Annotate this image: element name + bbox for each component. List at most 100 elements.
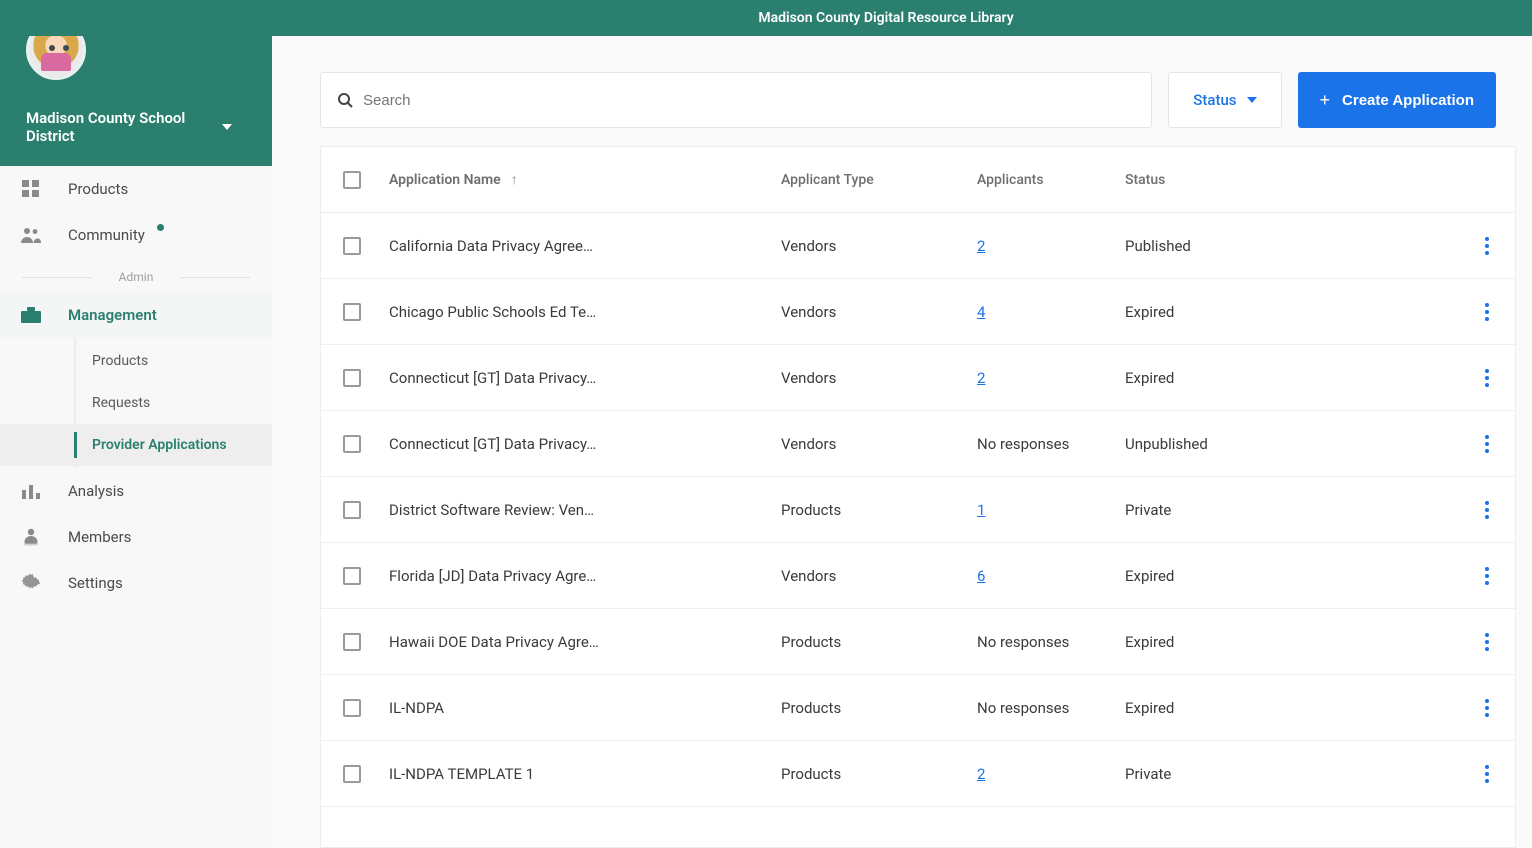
more-vertical-icon — [1485, 567, 1489, 585]
col-application-name[interactable]: Application Name ↑ — [383, 171, 781, 188]
row-checkbox[interactable] — [343, 501, 361, 519]
cell-applicant-type: Products — [781, 633, 977, 651]
sidebar-item-analysis[interactable]: Analysis — [0, 468, 272, 514]
sidebar-item-members[interactable]: Members — [0, 514, 272, 560]
row-select-cell — [321, 567, 383, 585]
briefcase-icon — [18, 304, 44, 326]
more-vertical-icon — [1485, 369, 1489, 387]
row-actions-button[interactable] — [1459, 501, 1515, 519]
sidebar-section-admin: Admin — [0, 270, 272, 284]
row-select-cell — [321, 501, 383, 519]
sidebar-item-label: Management — [68, 306, 157, 324]
row-checkbox[interactable] — [343, 435, 361, 453]
subnav-requests[interactable]: Requests — [76, 382, 272, 424]
toolbar: Status + Create Application — [272, 36, 1532, 128]
row-actions-button[interactable] — [1459, 567, 1515, 585]
sidebar-item-products[interactable]: Products — [0, 166, 272, 212]
table-row[interactable]: IL-NDPAProductsNo responsesExpired — [321, 675, 1515, 741]
bars-icon — [18, 480, 44, 502]
table-row[interactable]: IL-NDPA TEMPLATE 1Products2Private — [321, 741, 1515, 807]
row-checkbox[interactable] — [343, 303, 361, 321]
subnav-provider-applications[interactable]: Provider Applications — [0, 424, 272, 466]
table-row[interactable]: Connecticut [GT] Data Privacy…VendorsNo … — [321, 411, 1515, 477]
col-status[interactable]: Status — [1125, 172, 1335, 188]
applicants-link[interactable]: 4 — [977, 303, 1125, 321]
table-row[interactable]: Connecticut [GT] Data Privacy…Vendors2Ex… — [321, 345, 1515, 411]
cell-status: Published — [1125, 237, 1335, 255]
grid-icon — [18, 178, 44, 200]
applicants-link[interactable]: 2 — [977, 369, 1125, 387]
sidebar-item-settings[interactable]: Settings — [0, 560, 272, 606]
search-icon — [337, 92, 353, 108]
search-field[interactable] — [320, 72, 1152, 128]
col-applicant-type[interactable]: Applicant Type — [781, 172, 977, 188]
row-actions-button[interactable] — [1459, 369, 1515, 387]
people-icon — [18, 224, 44, 246]
sidebar-item-label: Analysis — [68, 482, 124, 500]
row-actions-button[interactable] — [1459, 765, 1515, 783]
status-filter-label: Status — [1193, 91, 1236, 109]
more-vertical-icon — [1485, 303, 1489, 321]
table-row[interactable]: Chicago Public Schools Ed Te…Vendors4Exp… — [321, 279, 1515, 345]
sidebar-item-community[interactable]: Community — [0, 212, 272, 258]
more-vertical-icon — [1485, 435, 1489, 453]
cell-application-name: District Software Review: Ven… — [383, 501, 781, 519]
top-banner: Madison County Digital Resource Library — [0, 0, 1532, 36]
row-checkbox[interactable] — [343, 699, 361, 717]
more-vertical-icon — [1485, 765, 1489, 783]
cell-status: Expired — [1125, 303, 1335, 321]
row-checkbox[interactable] — [343, 765, 361, 783]
cell-application-name: California Data Privacy Agree… — [383, 237, 781, 255]
sidebar-item-management[interactable]: Management — [0, 292, 272, 338]
cell-applicant-type: Vendors — [781, 435, 977, 453]
row-actions-button[interactable] — [1459, 633, 1515, 651]
row-select-cell — [321, 765, 383, 783]
cell-application-name: IL-NDPA TEMPLATE 1 — [383, 765, 781, 783]
row-checkbox[interactable] — [343, 237, 361, 255]
row-checkbox[interactable] — [343, 633, 361, 651]
cell-applicant-type: Vendors — [781, 237, 977, 255]
applications-table: Application Name ↑ Applicant Type Applic… — [320, 146, 1516, 848]
sidebar-item-label: Members — [68, 528, 131, 546]
status-filter[interactable]: Status — [1168, 72, 1281, 128]
cell-applicant-type: Products — [781, 501, 977, 519]
org-switcher[interactable]: Madison County School District — [26, 109, 232, 147]
row-select-cell — [321, 699, 383, 717]
row-select-cell — [321, 237, 383, 255]
applicants-link[interactable]: 6 — [977, 567, 1125, 585]
applicants-link[interactable]: 2 — [977, 765, 1125, 783]
cell-application-name: Connecticut [GT] Data Privacy… — [383, 435, 781, 453]
row-checkbox[interactable] — [343, 369, 361, 387]
row-select-cell — [321, 303, 383, 321]
cell-applicant-type: Products — [781, 699, 977, 717]
create-application-button[interactable]: + Create Application — [1298, 72, 1496, 128]
applicants-link[interactable]: 2 — [977, 237, 1125, 255]
row-checkbox[interactable] — [343, 567, 361, 585]
sidebar-item-label: Products — [68, 180, 128, 198]
applicants-link[interactable]: 1 — [977, 501, 1125, 519]
table-row[interactable]: Hawaii DOE Data Privacy Agre…ProductsNo … — [321, 609, 1515, 675]
row-actions-button[interactable] — [1459, 699, 1515, 717]
sidebar: Madison County School District Products … — [0, 0, 272, 848]
subnav-products[interactable]: Products — [76, 340, 272, 382]
member-icon — [18, 526, 44, 548]
col-applicants[interactable]: Applicants — [977, 172, 1125, 188]
row-select-cell — [321, 633, 383, 651]
row-actions-button[interactable] — [1459, 237, 1515, 255]
search-input[interactable] — [363, 80, 1135, 120]
table-row[interactable]: District Software Review: Ven…Products1P… — [321, 477, 1515, 543]
select-all-checkbox[interactable] — [343, 171, 361, 189]
row-actions-button[interactable] — [1459, 435, 1515, 453]
row-actions-button[interactable] — [1459, 303, 1515, 321]
more-vertical-icon — [1485, 237, 1489, 255]
table-body[interactable]: California Data Privacy Agree…Vendors2Pu… — [321, 213, 1515, 847]
table-row[interactable]: Florida [JD] Data Privacy Agre…Vendors6E… — [321, 543, 1515, 609]
table-row[interactable]: California Data Privacy Agree…Vendors2Pu… — [321, 213, 1515, 279]
cell-application-name: IL-NDPA — [383, 699, 781, 717]
cell-applicant-type: Vendors — [781, 369, 977, 387]
org-name: Madison County School District — [26, 109, 206, 147]
cell-status: Expired — [1125, 567, 1335, 585]
sidebar-item-label: Community — [68, 226, 145, 244]
chevron-down-icon — [222, 124, 232, 130]
cell-applicant-type: Products — [781, 765, 977, 783]
